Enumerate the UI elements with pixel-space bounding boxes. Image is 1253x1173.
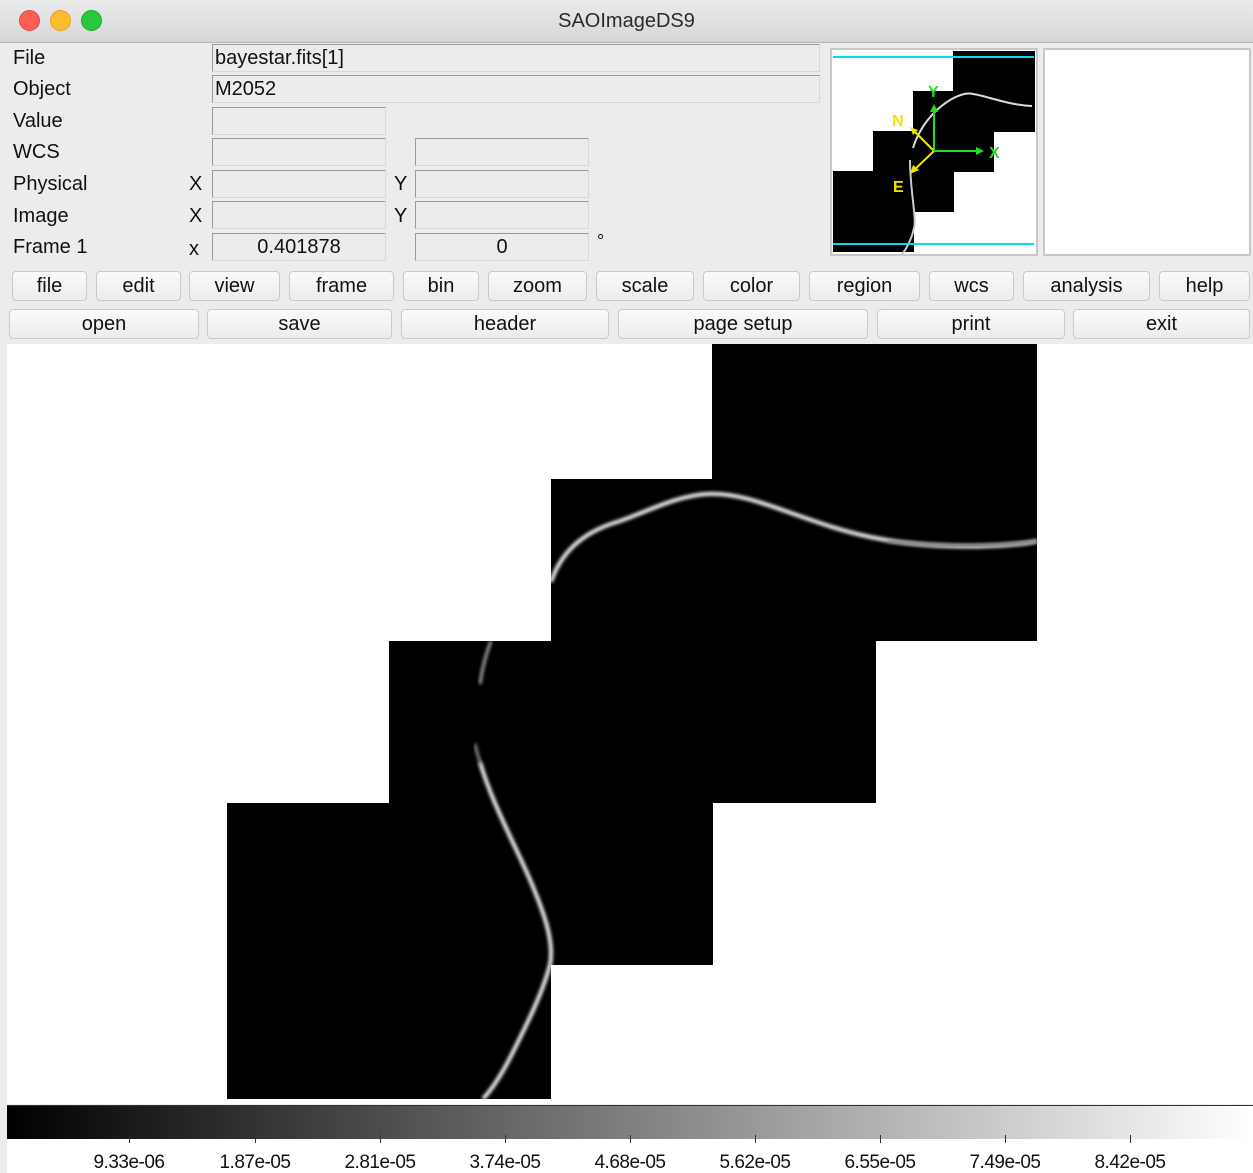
frame-label: Frame 1 bbox=[13, 236, 88, 258]
colorbar-tick bbox=[1005, 1135, 1006, 1143]
panner-view[interactable]: N E Y X bbox=[830, 48, 1038, 256]
window-title: SAOImageDS9 bbox=[558, 10, 695, 32]
colorbar[interactable] bbox=[7, 1105, 1253, 1139]
panner-thumbnail: N E Y X bbox=[832, 50, 1036, 255]
menu-bin-button[interactable]: bin bbox=[403, 271, 479, 301]
menu-color-button[interactable]: color bbox=[703, 271, 800, 301]
colorbar-tick-label: 9.33e-06 bbox=[93, 1152, 165, 1173]
file-field: bayestar.fits[1] bbox=[212, 44, 820, 72]
compass-east-label: E bbox=[893, 179, 904, 196]
colorbar-tick-label: 4.68e-05 bbox=[594, 1152, 666, 1173]
header-button[interactable]: header bbox=[401, 309, 609, 339]
menu-scale-button[interactable]: scale bbox=[596, 271, 694, 301]
physical-x-field bbox=[212, 170, 386, 198]
colorbar-tick-label: 2.81e-05 bbox=[344, 1152, 416, 1173]
colorbar-tick-label: 8.42e-05 bbox=[1094, 1152, 1166, 1173]
image-y-label: Y bbox=[394, 205, 408, 227]
colorbar-ticks: 9.33e-06 1.87e-05 2.81e-05 3.74e-05 4.68… bbox=[7, 1135, 1253, 1173]
physical-y-label: Y bbox=[394, 173, 408, 195]
colorbar-tick-label: 7.49e-05 bbox=[969, 1152, 1041, 1173]
wcs-field-2 bbox=[415, 138, 589, 166]
object-field: M2052 bbox=[212, 75, 820, 103]
image-x-label: X bbox=[189, 205, 203, 227]
colorbar-tick-label: 6.55e-05 bbox=[844, 1152, 916, 1173]
axis-y-label: Y bbox=[928, 84, 939, 101]
exit-button[interactable]: exit bbox=[1073, 309, 1250, 339]
wcs-label: WCS bbox=[13, 141, 60, 163]
colorbar-tick bbox=[129, 1135, 130, 1143]
menu-file-button[interactable]: file bbox=[12, 271, 87, 301]
menu-wcs-button[interactable]: wcs bbox=[929, 271, 1014, 301]
menu-help-button[interactable]: help bbox=[1159, 271, 1250, 301]
axis-x-label: X bbox=[989, 145, 1000, 162]
colorbar-tick-label: 5.62e-05 bbox=[719, 1152, 791, 1173]
magnifier-view bbox=[1043, 48, 1251, 256]
colorbar-tick bbox=[255, 1135, 256, 1143]
info-panel: File bayestar.fits[1] Object M2052 Value… bbox=[0, 43, 1253, 265]
title-bar[interactable]: SAOImageDS9 bbox=[0, 0, 1253, 43]
image-x-field bbox=[212, 201, 386, 229]
physical-x-label: X bbox=[189, 173, 203, 195]
physical-y-field bbox=[415, 170, 589, 198]
print-button[interactable]: print bbox=[877, 309, 1065, 339]
open-button[interactable]: open bbox=[9, 309, 199, 339]
image-label: Image bbox=[13, 205, 69, 227]
colorbar-tick bbox=[630, 1135, 631, 1143]
image-y-field bbox=[415, 201, 589, 229]
colorbar-tick bbox=[505, 1135, 506, 1143]
colorbar-tick bbox=[755, 1135, 756, 1143]
image-canvas[interactable] bbox=[7, 344, 1253, 1104]
compass-north-label: N bbox=[892, 113, 904, 130]
file-label: File bbox=[13, 47, 46, 69]
save-button[interactable]: save bbox=[207, 309, 392, 339]
menu-region-button[interactable]: region bbox=[809, 271, 920, 301]
value-field bbox=[212, 107, 386, 135]
frame-x-label: x bbox=[189, 238, 199, 260]
degree-symbol: ° bbox=[597, 231, 605, 251]
ds9-window: SAOImageDS9 File bayestar.fits[1] Object… bbox=[0, 0, 1253, 1173]
menu-edit-button[interactable]: edit bbox=[96, 271, 181, 301]
object-label: Object bbox=[13, 78, 71, 100]
fits-image bbox=[7, 344, 1253, 1104]
colorbar-tick bbox=[880, 1135, 881, 1143]
menu-frame-button[interactable]: frame bbox=[289, 271, 394, 301]
colorbar-tick bbox=[1130, 1135, 1131, 1143]
value-label: Value bbox=[13, 110, 63, 132]
colorbar-tick-label: 3.74e-05 bbox=[469, 1152, 541, 1173]
colorbar-tick bbox=[380, 1135, 381, 1143]
frame-angle-field: 0 bbox=[415, 233, 589, 261]
wcs-field-1 bbox=[212, 138, 386, 166]
page-setup-button[interactable]: page setup bbox=[618, 309, 868, 339]
menu-view-button[interactable]: view bbox=[189, 271, 280, 301]
menu-analysis-button[interactable]: analysis bbox=[1023, 271, 1150, 301]
image-tile-5 bbox=[227, 803, 551, 1099]
colorbar-tick-label: 1.87e-05 bbox=[219, 1152, 291, 1173]
frame-zoom-field: 0.401878 bbox=[212, 233, 386, 261]
physical-label: Physical bbox=[13, 173, 88, 195]
menu-zoom-button[interactable]: zoom bbox=[488, 271, 587, 301]
